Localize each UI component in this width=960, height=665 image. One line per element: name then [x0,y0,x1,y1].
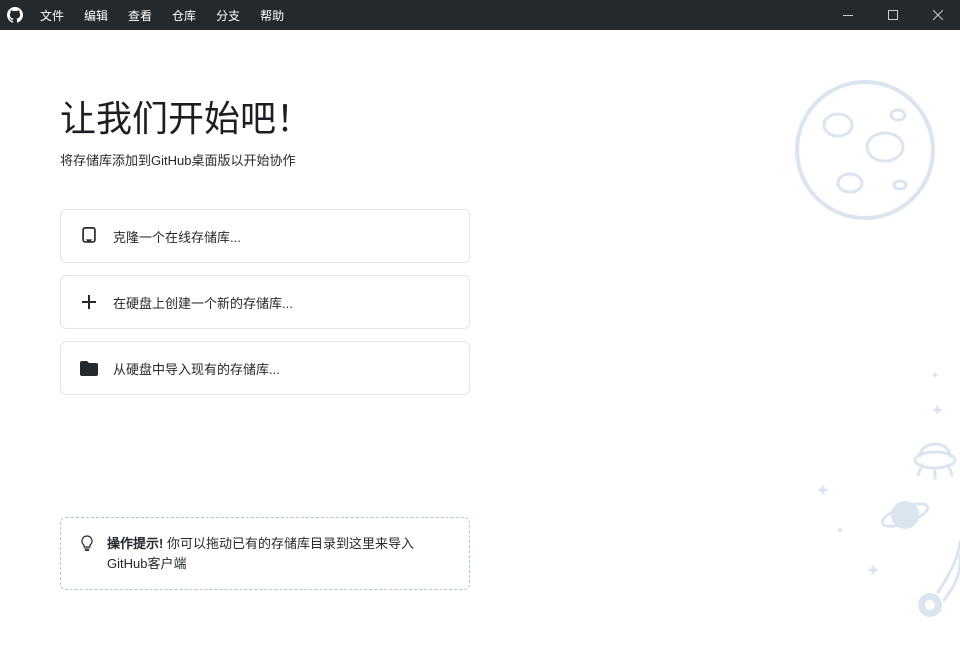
clone-repo-label: 克隆一个在线存储库... [113,227,241,246]
folder-icon [79,358,99,378]
menu-file[interactable]: 文件 [30,0,74,30]
titlebar: 文件 编辑 查看 仓库 分支 帮助 [0,0,960,30]
create-repo-button[interactable]: 在硬盘上创建一个新的存储库... [60,275,470,329]
option-list: 克隆一个在线存储库... 在硬盘上创建一个新的存储库... 从硬盘中导入现有的存… [60,209,470,395]
menu-help[interactable]: 帮助 [250,0,294,30]
moon-illustration [790,75,940,230]
main-content: 让我们开始吧！ 将存储库添加到GitHub桌面版以开始协作 克隆一个在线存储库.… [0,30,960,660]
minimize-button[interactable] [825,0,870,30]
lightbulb-icon [79,535,95,556]
menu-branch[interactable]: 分支 [206,0,250,30]
close-button[interactable] [915,0,960,30]
clone-icon [79,226,99,246]
import-repo-label: 从硬盘中导入现有的存储库... [113,359,280,378]
github-logo-icon [0,0,30,30]
tip-strong: 操作提示! [107,536,163,551]
clone-repo-button[interactable]: 克隆一个在线存储库... [60,209,470,263]
maximize-button[interactable] [870,0,915,30]
titlebar-left: 文件 编辑 查看 仓库 分支 帮助 [0,0,294,30]
window-controls [825,0,960,30]
decoration-illustrations [780,360,960,660]
create-repo-label: 在硬盘上创建一个新的存储库... [113,293,293,312]
tip-text: 操作提示! 你可以拖动已有的存储库目录到这里来导入GitHub客户端 [107,534,451,573]
menu-view[interactable]: 查看 [118,0,162,30]
tip-box: 操作提示! 你可以拖动已有的存储库目录到这里来导入GitHub客户端 [60,517,470,590]
menu-repository[interactable]: 仓库 [162,0,206,30]
menu-edit[interactable]: 编辑 [74,0,118,30]
plus-icon [79,292,99,312]
import-repo-button[interactable]: 从硬盘中导入现有的存储库... [60,341,470,395]
